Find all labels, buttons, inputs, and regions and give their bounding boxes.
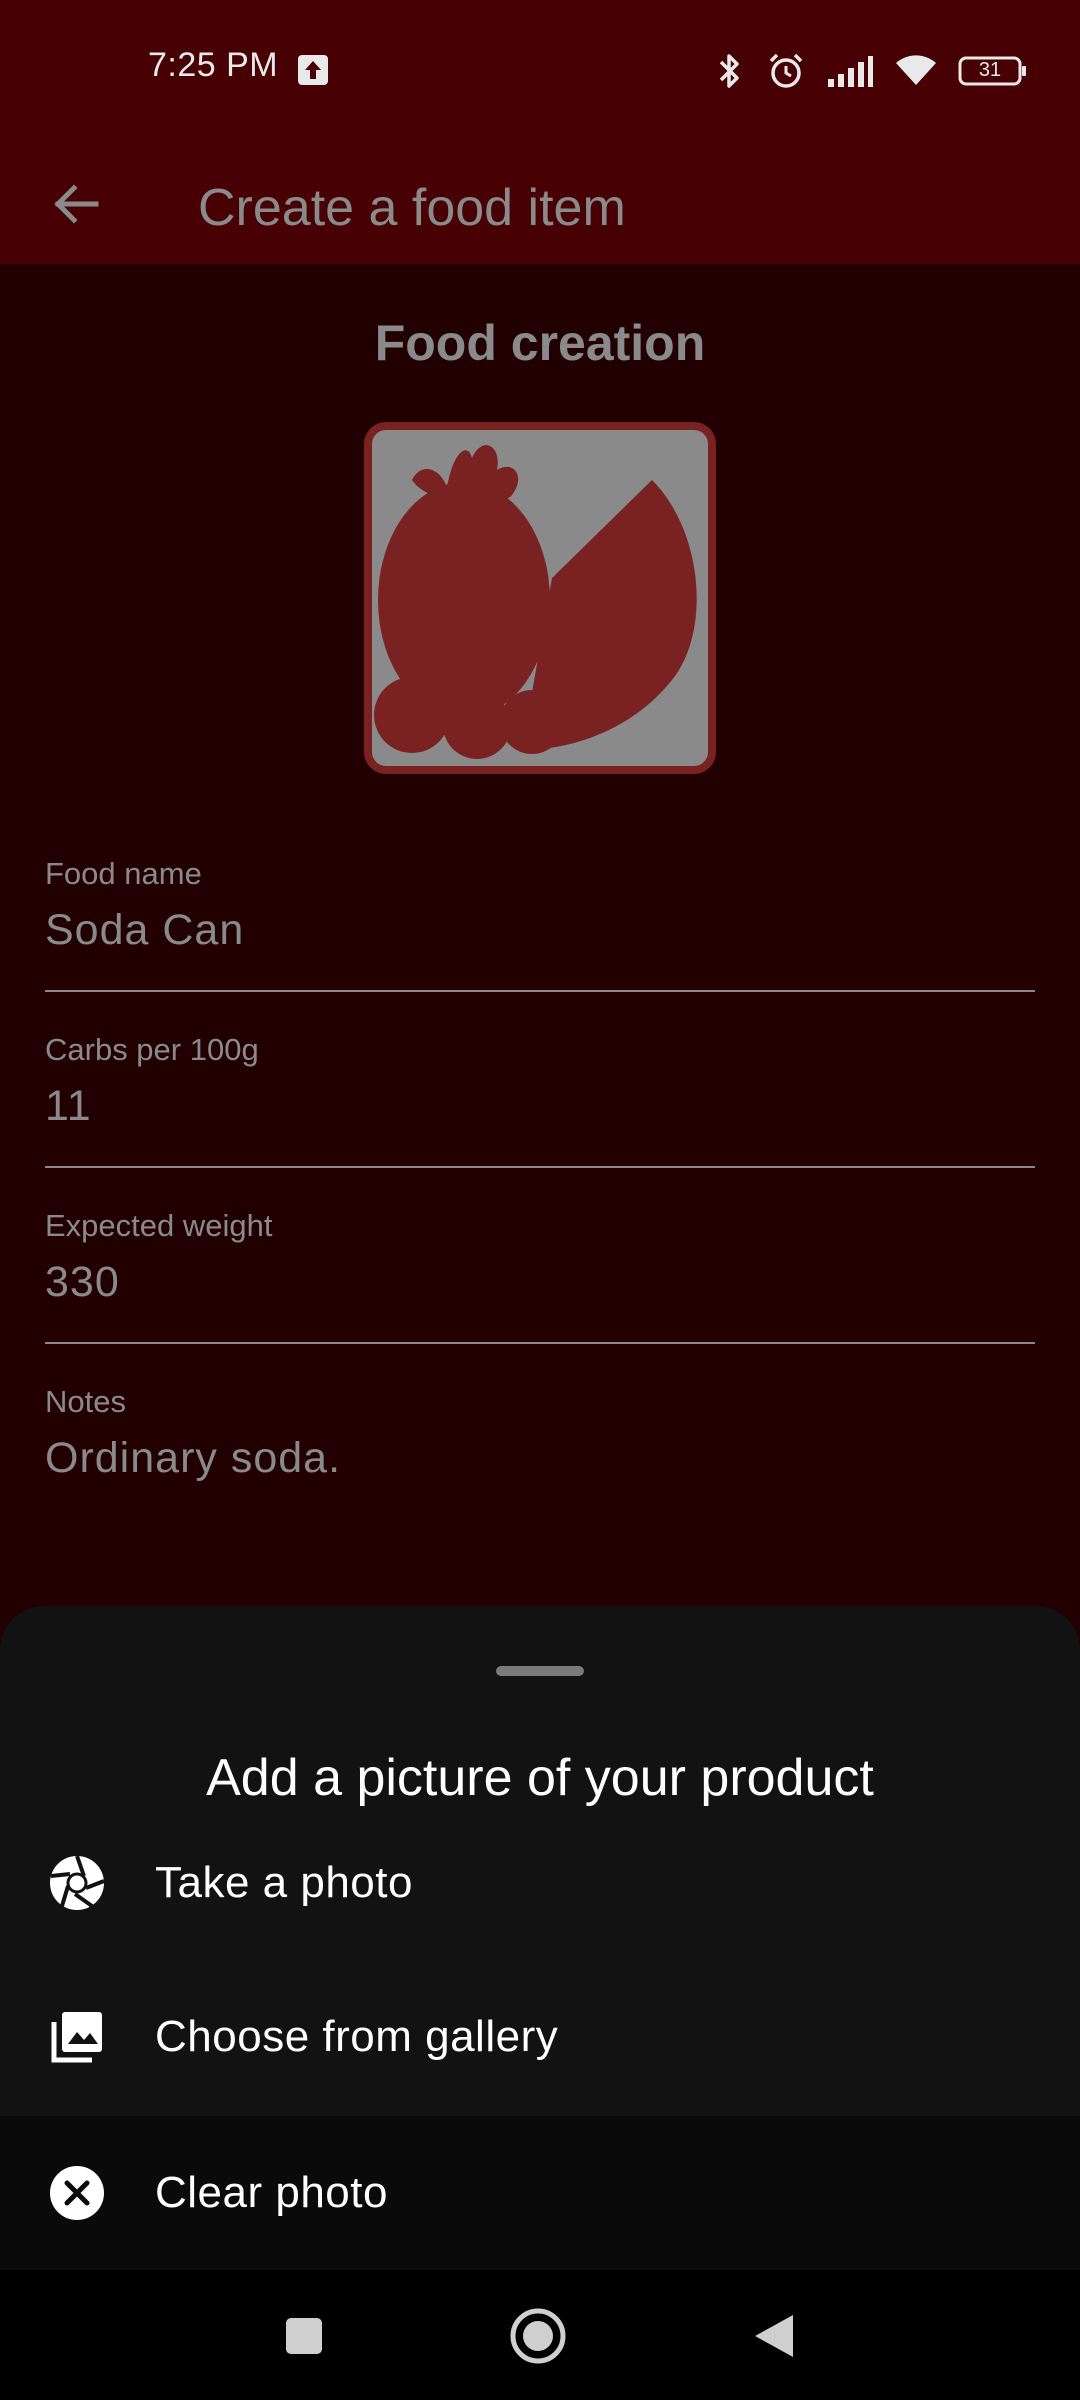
status-icons: 31 [712, 46, 1028, 96]
drag-handle[interactable] [496, 1666, 584, 1676]
clear-photo-option[interactable]: Clear photo [0, 2116, 1080, 2270]
notes-value: Ordinary soda. [45, 1434, 342, 1482]
carbs-value: 11 [45, 1082, 92, 1130]
close-circle-icon [48, 2164, 106, 2222]
alarm-icon [766, 51, 806, 91]
recents-button[interactable] [274, 2306, 334, 2366]
back-button[interactable] [36, 164, 116, 244]
section-title: Food creation [374, 315, 706, 371]
take-photo-option[interactable]: Take a photo [0, 1806, 1080, 1960]
camera-shutter-icon [48, 1854, 106, 1912]
sheet-title: Add a picture of your product [206, 1749, 874, 1807]
screen: 7:25 PM 31 Create a food item Food creat… [0, 0, 1080, 2400]
battery-level: 31 [978, 59, 1002, 81]
gallery-icon [48, 2008, 106, 2066]
field-underline [45, 1342, 1035, 1344]
carbs-label: Carbs per 100g [45, 1032, 259, 1067]
food-image-button[interactable] [364, 422, 716, 774]
upload-icon [298, 55, 328, 85]
page-title: Create a food item [198, 179, 626, 237]
expected-weight-label: Expected weight [45, 1208, 273, 1243]
wifi-icon [894, 53, 938, 89]
take-photo-label: Take a photo [155, 1858, 413, 1907]
notes-field[interactable]: Notes Ordinary soda. [45, 1384, 1035, 1483]
status-bar: 7:25 PM 31 [0, 0, 1080, 140]
back-nav-button[interactable] [744, 2306, 804, 2366]
signal-icon [826, 53, 874, 89]
home-circle-icon [510, 2308, 566, 2364]
recents-square-icon [286, 2318, 322, 2354]
clear-photo-label: Clear photo [155, 2168, 388, 2217]
choose-from-gallery-option[interactable]: Choose from gallery [0, 1960, 1080, 2114]
food-form: Food creation Food name Soda Can Carbs p… [0, 264, 1080, 1604]
food-name-label: Food name [45, 856, 202, 891]
field-underline [45, 990, 1035, 992]
arrow-left-icon [54, 184, 99, 224]
back-triangle-icon [755, 2315, 793, 2357]
notes-label: Notes [45, 1384, 126, 1419]
expected-weight-value: 330 [45, 1258, 120, 1306]
bluetooth-icon [712, 51, 746, 91]
choose-from-gallery-label: Choose from gallery [155, 2012, 559, 2061]
battery-icon: 31 [958, 56, 1028, 86]
food-name-value: Soda Can [45, 906, 245, 954]
status-time: 7:25 PM [148, 46, 279, 84]
expected-weight-field[interactable]: Expected weight 330 [45, 1208, 1035, 1344]
fruit-placeholder-icon [374, 445, 697, 759]
carbs-field[interactable]: Carbs per 100g 11 [45, 1032, 1035, 1168]
navigation-bar [0, 2270, 1080, 2400]
home-button[interactable] [508, 2306, 568, 2366]
food-name-field[interactable]: Food name Soda Can [45, 856, 1035, 992]
app-bar: Create a food item [0, 140, 1080, 264]
field-underline [45, 1166, 1035, 1168]
